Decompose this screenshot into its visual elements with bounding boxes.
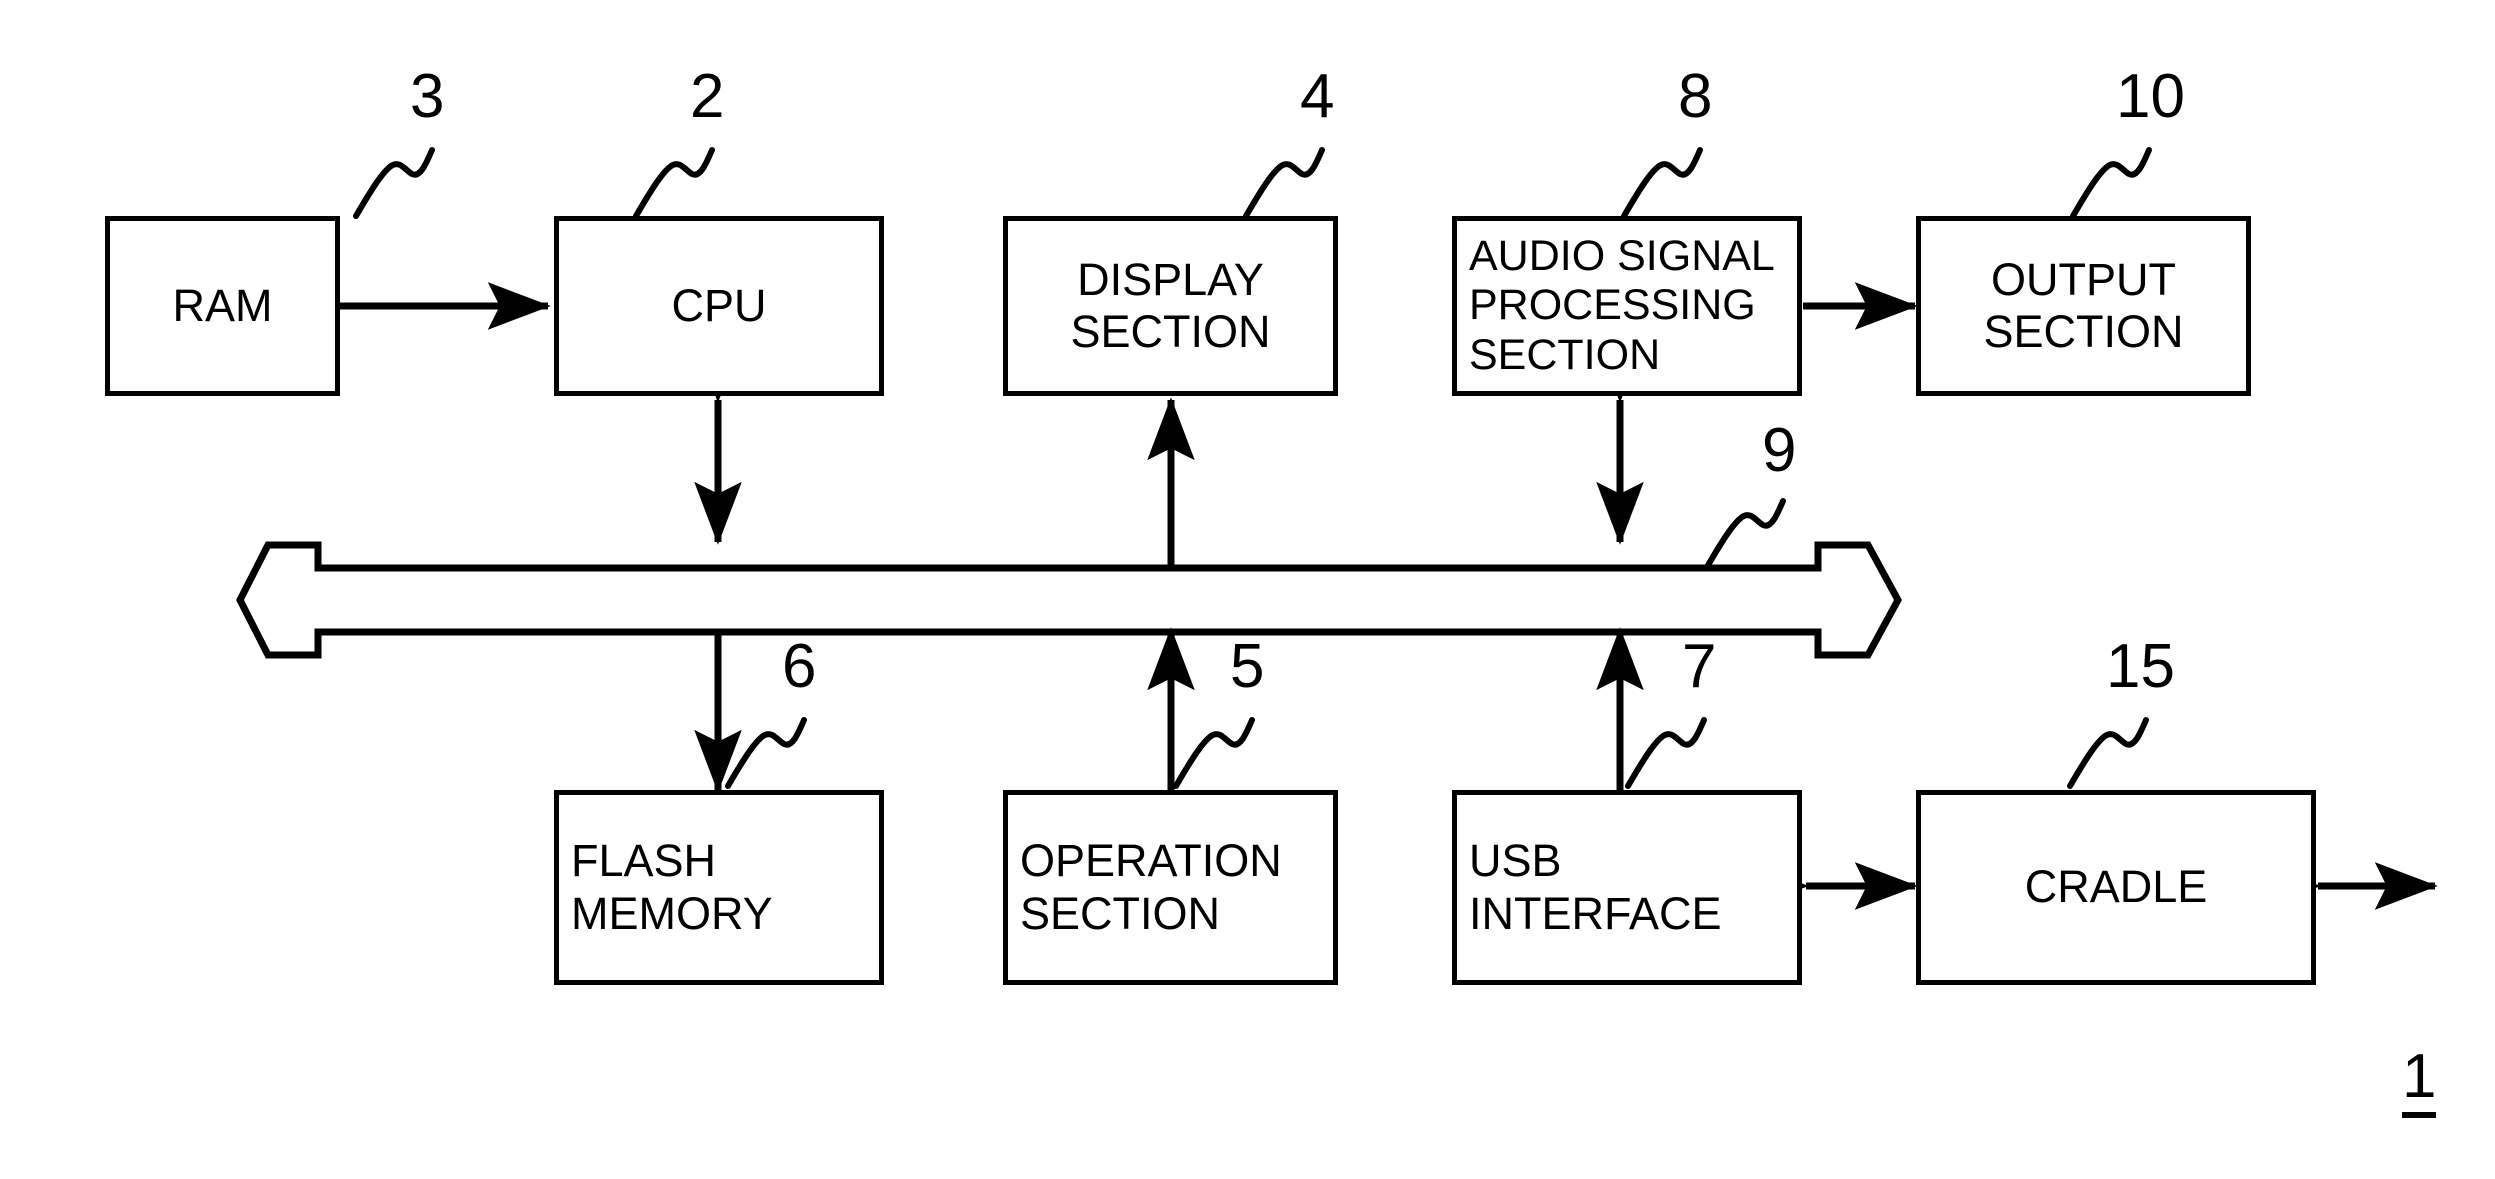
block-flash-label-line-1: MEMORY — [571, 887, 773, 939]
reference-number-5: 5 — [1230, 632, 1265, 701]
block-audio-label-line-0: AUDIO SIGNAL — [1469, 232, 1775, 281]
reference-number-2: 2 — [690, 62, 725, 131]
block-operation-label-line-1: SECTION — [1020, 887, 1221, 939]
block-output-label-line-1: SECTION — [1983, 306, 2184, 357]
block-cpu-label-line-0: CPU — [671, 279, 767, 331]
reference-number-7: 7 — [1682, 632, 1717, 701]
leader-15 — [2067, 717, 2149, 789]
block-cradle[interactable]: CRADLE — [1916, 790, 2316, 985]
block-cpu[interactable]: CPU — [554, 216, 884, 396]
block-display-label-line-0: DISPLAY — [1077, 253, 1264, 305]
system-bus — [236, 541, 1902, 659]
reference-number-10: 10 — [2116, 62, 2185, 131]
block-flash-memory[interactable]: FLASH MEMORY — [554, 790, 884, 985]
block-usb-label-line-0: USB — [1469, 835, 1562, 887]
block-audio-label-line-2: SECTION — [1469, 330, 1661, 379]
block-usb-label-line-1: INTERFACE — [1469, 887, 1722, 939]
reference-number-8: 8 — [1678, 62, 1713, 131]
block-audio-label-line-1: PROCESSING — [1469, 281, 1756, 330]
block-operation-label-line-0: OPERATION — [1020, 835, 1282, 887]
leader-10 — [2070, 147, 2152, 219]
leader-6 — [725, 717, 807, 789]
block-usb-interface[interactable]: USB INTERFACE — [1452, 790, 1802, 985]
figure-canvas: RAM CPU DISPLAY SECTION AUDIO SIGNAL PRO… — [0, 0, 2495, 1179]
block-audio-signal-processing-section[interactable]: AUDIO SIGNAL PROCESSING SECTION — [1452, 216, 1802, 396]
leader-4 — [1243, 147, 1325, 219]
leader-9 — [1704, 498, 1786, 570]
block-output-section[interactable]: OUTPUT SECTION — [1916, 216, 2251, 396]
reference-number-3: 3 — [410, 62, 445, 131]
leader-2 — [633, 147, 715, 219]
block-display-section[interactable]: DISPLAY SECTION — [1003, 216, 1338, 396]
block-flash-label-line-0: FLASH — [571, 835, 717, 887]
block-operation-section[interactable]: OPERATION SECTION — [1003, 790, 1338, 985]
reference-number-6: 6 — [782, 632, 817, 701]
block-ram[interactable]: RAM — [105, 216, 340, 396]
reference-number-9: 9 — [1762, 416, 1797, 485]
leader-3 — [353, 147, 435, 219]
figure-reference-number-1: 1 — [2402, 1046, 2437, 1118]
reference-number-4: 4 — [1300, 62, 1335, 131]
block-display-label-line-1: SECTION — [1070, 306, 1271, 357]
leader-5 — [1173, 717, 1255, 789]
leader-7 — [1625, 717, 1707, 789]
block-ram-label-line-0: RAM — [172, 279, 273, 331]
block-cradle-label-line-0: CRADLE — [2024, 861, 2208, 913]
reference-number-15: 15 — [2106, 632, 2175, 701]
leader-8 — [1621, 147, 1703, 219]
diagram-connectors — [231, 147, 2438, 910]
block-output-label-line-0: OUTPUT — [1991, 253, 2176, 305]
